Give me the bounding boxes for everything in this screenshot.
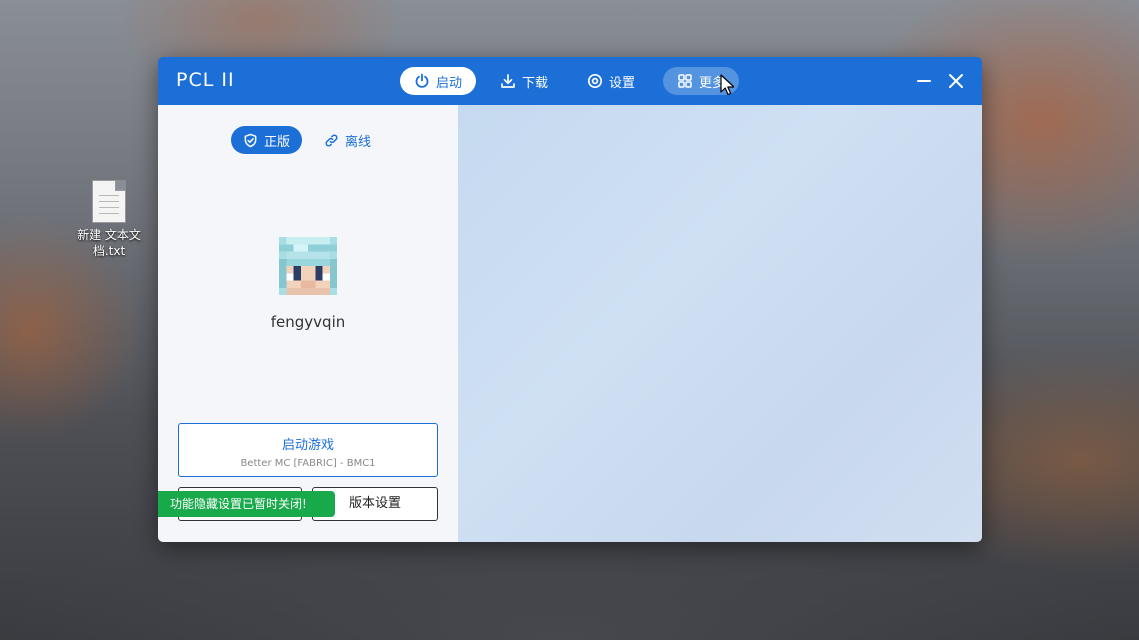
launch-version-label: Better MC [FABRIC] - BMC1: [240, 458, 376, 469]
auth-mode-official[interactable]: 正版: [231, 126, 303, 154]
account-panel: 正版 离线 fengyvqin 启动游戏 Better MC [FABRIC] …: [158, 105, 458, 542]
launch-game-label: 启动游戏: [281, 438, 334, 453]
close-button[interactable]: [946, 71, 966, 91]
download-icon: [501, 74, 515, 88]
tab-launch-label: 启动: [436, 75, 463, 91]
minimize-button[interactable]: [914, 71, 934, 91]
app-brand: PCL II: [176, 69, 235, 91]
desktop-file-label: 新建 文本文 档.txt: [77, 228, 141, 258]
shield-check-icon: [244, 133, 257, 147]
auth-mode-offline[interactable]: 离线: [312, 126, 383, 154]
title-bar[interactable]: PCL II 启动 下载 设置 更多: [158, 57, 982, 105]
launcher-window: PCL II 启动 下载 设置 更多 正版 离线 fengyvqin 启动游戏 …: [158, 57, 982, 542]
toast-notification: 功能隐藏设置已暂时关闭!: [158, 491, 335, 517]
grid-icon: [678, 74, 692, 88]
tab-download-label: 下载: [522, 75, 549, 91]
tab-settings-label: 设置: [609, 75, 636, 91]
close-icon: [949, 74, 963, 88]
minimize-icon: [917, 80, 931, 82]
launch-game-button[interactable]: 启动游戏 Better MC [FABRIC] - BMC1: [178, 423, 438, 477]
main-content-area: [458, 105, 982, 542]
auth-mode-offline-label: 离线: [345, 134, 372, 150]
power-icon: [415, 73, 429, 88]
mouse-cursor-icon: [720, 74, 734, 96]
tab-launch[interactable]: 启动: [400, 67, 477, 95]
text-file-icon: [92, 180, 126, 223]
avatar[interactable]: [279, 237, 337, 295]
tab-settings[interactable]: 设置: [573, 67, 649, 95]
tab-download[interactable]: 下载: [486, 67, 562, 95]
settings-icon: [587, 73, 603, 89]
auth-mode-official-label: 正版: [264, 134, 291, 150]
username: fengyvqin: [270, 313, 346, 331]
desktop-file-icon[interactable]: 新建 文本文 档.txt: [74, 180, 144, 259]
link-icon: [325, 134, 338, 146]
